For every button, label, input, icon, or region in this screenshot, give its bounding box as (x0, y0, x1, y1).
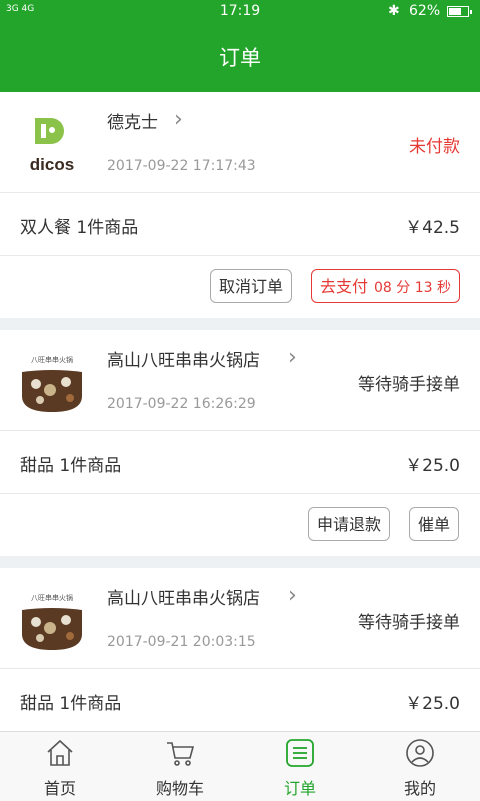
bottom-tab-bar: 首页 购物车 订单 我的 (0, 731, 480, 801)
order-header[interactable]: 八旺串串火锅 高山八旺串串火锅店 › 2017-09-22 16:26:29 等… (0, 330, 480, 431)
order-header[interactable]: 八旺串串火锅 高山八旺串串火锅店 › 2017-09-21 20:03:15 等… (0, 568, 480, 669)
tab-label: 订单 (283, 779, 316, 798)
tab-orders[interactable]: 订单 (240, 732, 360, 801)
shop-logo: dicos (30, 118, 74, 174)
item-price: ￥42.5 (405, 218, 460, 238)
order-status: 等待骑手接单 (358, 613, 460, 633)
item-price: ￥25.0 (405, 456, 460, 476)
cart-icon (167, 742, 195, 766)
svg-text:八旺串串火锅: 八旺串串火锅 (31, 593, 73, 602)
order-actions: 申请退款 催单 (0, 494, 480, 556)
svg-text:八旺串串火锅: 八旺串串火锅 (31, 355, 73, 364)
shop-logo: 八旺串串火锅 (22, 355, 82, 412)
refund-button[interactable]: 申请退款 (308, 507, 391, 541)
item-price: ￥25.0 (405, 694, 460, 714)
urge-order-label: 催单 (418, 515, 451, 534)
order-item-row: 双人餐 1件商品 ￥42.5 (0, 193, 480, 256)
cancel-order-button[interactable]: 取消订单 (210, 269, 293, 303)
shop-name[interactable]: 高山八旺串串火锅店 (107, 584, 260, 609)
order-item-row: 甜品 1件商品 ￥25.0 (0, 431, 480, 494)
chevron-right-icon[interactable]: › (174, 107, 183, 132)
battery-icon (447, 6, 472, 17)
item-summary: 甜品 1件商品 (20, 694, 122, 714)
order-date: 2017-09-22 17:17:43 (107, 158, 256, 174)
cancel-order-label: 取消订单 (219, 277, 284, 296)
order-status: 未付款 (409, 137, 460, 157)
logo-text: dicos (30, 155, 74, 174)
urge-order-button[interactable]: 催单 (409, 507, 460, 541)
bluetooth-icon: ✱ (388, 3, 400, 19)
tab-home[interactable]: 首页 (0, 732, 120, 801)
order-status: 等待骑手接单 (358, 375, 460, 395)
tab-label: 我的 (403, 779, 436, 798)
countdown-timer: 08 分 13 秒 (374, 280, 451, 296)
tab-label: 首页 (43, 779, 76, 798)
pay-button[interactable]: 去支付 08 分 13 秒 (311, 269, 460, 303)
order-date: 2017-09-21 20:03:15 (107, 634, 256, 650)
order-card[interactable]: 八旺串串火锅 高山八旺串串火锅店 › 2017-09-21 20:03:15 等… (0, 568, 480, 731)
order-card[interactable]: dicos 德克士 › 2017-09-22 17:17:43 未付款 双人餐 … (0, 92, 480, 318)
page-title: 订单 (0, 24, 480, 92)
chevron-right-icon[interactable]: › (288, 583, 297, 608)
battery-percent: 62% (409, 3, 441, 19)
tab-profile[interactable]: 我的 (360, 732, 480, 801)
order-header[interactable]: dicos 德克士 › 2017-09-22 17:17:43 未付款 (0, 92, 480, 193)
shop-name[interactable]: 德克士 (107, 108, 158, 133)
shop-name[interactable]: 高山八旺串串火锅店 (107, 346, 260, 371)
profile-icon (406, 739, 434, 767)
home-icon (47, 739, 73, 766)
order-actions: 取消订单 去支付 08 分 13 秒 (0, 256, 480, 318)
order-date: 2017-09-22 16:26:29 (107, 396, 256, 412)
tab-cart[interactable]: 购物车 (120, 732, 240, 801)
order-card[interactable]: 八旺串串火锅 高山八旺串串火锅店 › 2017-09-22 16:26:29 等… (0, 330, 480, 556)
item-summary: 甜品 1件商品 (20, 456, 122, 476)
refund-label: 申请退款 (317, 515, 382, 534)
pay-label: 去支付 (320, 277, 369, 296)
status-bar: 3G 4G 17:19 ✱ 62% (0, 0, 480, 24)
shop-logo: 八旺串串火锅 (22, 593, 82, 650)
orders-icon (286, 739, 314, 767)
status-time: 17:19 (219, 3, 261, 19)
order-item-row: 甜品 1件商品 ￥25.0 (0, 669, 480, 731)
item-summary: 双人餐 1件商品 (20, 218, 139, 238)
chevron-right-icon[interactable]: › (288, 345, 297, 370)
tab-label: 购物车 (155, 779, 204, 798)
